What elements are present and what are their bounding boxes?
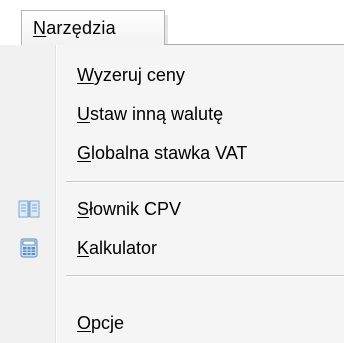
menu-separator (66, 275, 344, 277)
menu-item-label: Opcje (77, 313, 125, 333)
menu-item-ustaw-inna-walute[interactable]: Ustaw inną walutę (0, 94, 344, 134)
menu-separator (66, 181, 344, 183)
menu-item-label: Słownik CPV (77, 199, 182, 219)
menu-bar: Narzędzia (0, 0, 344, 45)
menu-item-slownik-cpv[interactable]: Słownik CPV (0, 189, 344, 229)
menu-narzedzia-label: Narzędzia (33, 18, 116, 38)
menu-item-opcje[interactable]: Opcje (0, 303, 344, 343)
calculator-icon (18, 238, 40, 258)
menu-item-label: Wyzeruj ceny (77, 65, 185, 85)
menu-item-label: Ustaw inną walutę (77, 104, 224, 124)
menu-item-wyzeruj-ceny[interactable]: Wyzeruj ceny (0, 55, 344, 95)
menu-tab-shadow (165, 15, 168, 45)
book-icon (18, 199, 40, 219)
menu-narzedzia[interactable]: Narzędzia (21, 10, 168, 45)
menu-item-label: Globalna stawka VAT (77, 143, 248, 163)
menu-item-globalna-stawka-vat[interactable]: Globalna stawka VAT (0, 133, 344, 173)
menu-item-label: Kalkulator (77, 238, 158, 258)
menu-item-kalkulator[interactable]: Kalkulator (0, 228, 344, 268)
dropdown-menu: Wyzeruj ceny Ustaw inną walutę Globalna … (0, 45, 344, 343)
